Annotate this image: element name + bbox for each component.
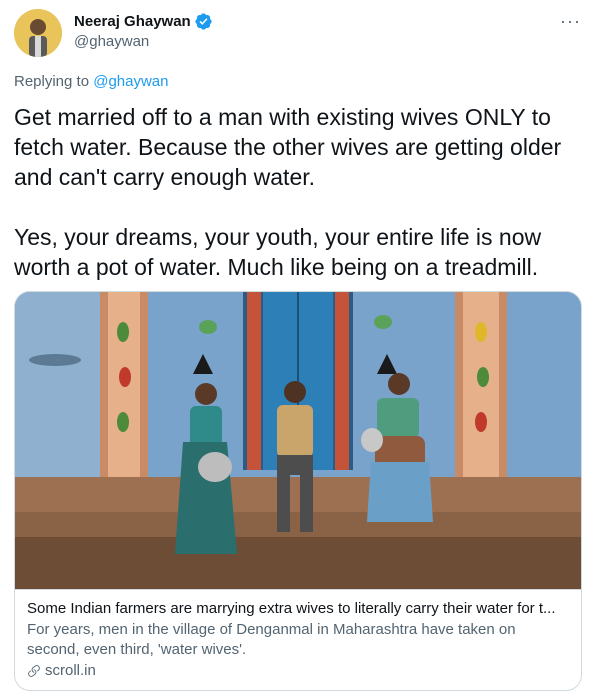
more-options-icon[interactable]: ···: [560, 12, 581, 30]
tweet-text: Get married off to a man with existing w…: [14, 102, 584, 282]
author-handle[interactable]: @ghaywan: [74, 33, 149, 50]
link-icon: [28, 665, 40, 677]
card-text[interactable]: Some Indian farmers are marrying extra w…: [15, 589, 581, 690]
tweet-paragraph-2: Yes, your dreams, your youth, your entir…: [14, 224, 542, 280]
tweet-paragraph-1: Get married off to a man with existing w…: [14, 104, 562, 190]
author-display-name[interactable]: Neeraj Ghaywan: [74, 13, 191, 30]
replying-to-prefix: Replying to: [14, 73, 94, 90]
link-preview-card[interactable]: Some Indian farmers are marrying extra w…: [14, 291, 582, 691]
tweet: Neeraj Ghaywan @ghaywan ··· Replying to …: [0, 0, 601, 695]
verified-badge-icon: [195, 13, 212, 30]
card-photo: [15, 292, 581, 589]
card-domain[interactable]: scroll.in: [27, 661, 571, 681]
author-name-row[interactable]: Neeraj Ghaywan: [74, 12, 213, 31]
card-image[interactable]: [15, 292, 581, 589]
card-description: For years, men in the village of Denganm…: [27, 621, 516, 658]
replying-to: Replying to @ghaywan: [14, 73, 169, 90]
avatar-photo: [14, 9, 62, 57]
reply-mention-link[interactable]: @ghaywan: [93, 73, 168, 90]
card-domain-text[interactable]: scroll.in: [45, 661, 96, 681]
avatar[interactable]: [14, 9, 62, 57]
card-title[interactable]: Some Indian farmers are marrying extra w…: [27, 599, 571, 619]
